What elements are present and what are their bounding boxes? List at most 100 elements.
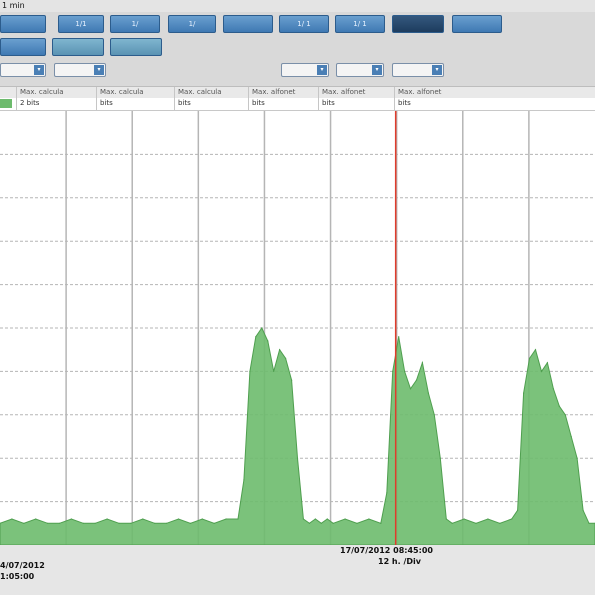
- data-point: [558, 405, 560, 407]
- data-point: [82, 522, 84, 524]
- data-point: [314, 518, 316, 520]
- data-point: [552, 388, 555, 390]
- data-point: [332, 522, 334, 524]
- toolbar-button-1[interactable]: [0, 15, 46, 33]
- data-point: [475, 522, 477, 524]
- data-point: [368, 518, 370, 520]
- toolbar-button-10[interactable]: [0, 38, 46, 56]
- data-point: [523, 392, 525, 394]
- data-point: [296, 457, 299, 459]
- legend-header-4: Max. alfonet: [248, 87, 318, 98]
- toolbar-button-12[interactable]: [110, 38, 162, 56]
- data-point: [415, 379, 418, 381]
- legend-header-1: Max. calcula: [16, 87, 96, 98]
- legend-value-1: 2 bits: [16, 98, 96, 110]
- data-point: [130, 522, 132, 524]
- toolbar-button-3[interactable]: 1/: [110, 15, 160, 33]
- data-point: [326, 518, 328, 520]
- legend-header-6: Max. alfonet: [394, 87, 474, 98]
- toolbar-button-4[interactable]: 1/: [168, 15, 216, 33]
- chevron-down-icon: ▾: [317, 65, 327, 75]
- data-point: [243, 479, 245, 481]
- data-point: [576, 457, 578, 459]
- dropdown-4[interactable]: ▾: [336, 63, 384, 77]
- chevron-down-icon: ▾: [34, 65, 44, 75]
- data-point: [94, 522, 96, 524]
- data-point: [23, 522, 25, 524]
- legend-header-5: Max. alfonet: [318, 87, 394, 98]
- dropdown-5[interactable]: ▾: [392, 63, 444, 77]
- legend-values: 2 bits bits bits bits bits bits: [0, 98, 595, 111]
- data-point: [225, 518, 227, 520]
- data-point: [142, 518, 144, 520]
- data-point: [106, 518, 108, 520]
- data-point: [237, 518, 239, 520]
- traffic-chart-svg: [0, 111, 595, 546]
- data-point: [487, 518, 489, 520]
- data-point: [255, 336, 257, 338]
- toolbar-button-6[interactable]: 1/ 1: [279, 15, 329, 33]
- legend-header-2: Max. calcula: [96, 87, 174, 98]
- legend-value-5: bits: [318, 98, 394, 110]
- data-point: [189, 522, 191, 524]
- data-point: [273, 370, 275, 372]
- dropdown-3[interactable]: ▾: [281, 63, 329, 77]
- chevron-down-icon: ▾: [94, 65, 104, 75]
- toolbar-button-5[interactable]: [223, 15, 273, 33]
- data-point: [439, 457, 441, 459]
- toolbar-button-7[interactable]: 1/ 1: [335, 15, 385, 33]
- data-point: [302, 518, 304, 520]
- data-point: [404, 370, 406, 372]
- chevron-down-icon: ▾: [372, 65, 382, 75]
- data-point: [463, 518, 465, 520]
- data-point: [47, 522, 49, 524]
- data-point: [570, 435, 572, 438]
- toolbar-button-11[interactable]: [52, 38, 104, 56]
- data-point: [58, 522, 61, 524]
- series-area-0: [0, 326, 595, 546]
- data-point: [517, 509, 519, 511]
- toolbar-button-8[interactable]: [392, 15, 444, 33]
- data-point: [35, 518, 37, 520]
- data-point: [398, 336, 400, 338]
- data-point: [154, 522, 156, 524]
- data-point: [380, 522, 382, 524]
- data-point: [528, 357, 531, 359]
- chart-footer: 4/07/2012 1:05:00 17/07/2012 08:45:00 12…: [0, 545, 595, 595]
- data-point: [386, 492, 388, 494]
- legend-value-4: bits: [248, 98, 318, 110]
- legend-value-2: bits: [96, 98, 174, 110]
- dropdown-1[interactable]: ▾: [0, 63, 46, 77]
- data-point: [344, 518, 346, 520]
- data-point: [564, 414, 566, 416]
- data-point: [118, 522, 120, 524]
- data-point: [499, 522, 501, 524]
- data-point: [588, 522, 590, 524]
- data-point: [582, 509, 584, 511]
- data-point: [546, 362, 549, 364]
- data-point: [511, 518, 513, 520]
- cursor-datetime-label: 17/07/2012 08:45:00: [340, 546, 433, 555]
- data-point: [308, 522, 310, 524]
- data-point: [534, 349, 537, 351]
- scale-label: 12 h. /Div: [378, 557, 421, 566]
- data-point: [445, 518, 447, 520]
- data-point: [392, 370, 394, 372]
- start-time-label: 1:05:00: [0, 572, 35, 581]
- toolbar: 1/1 1/ 1/ 1/ 1 1/ 1 ▾ ▾ ▾ ▾ ▾: [0, 12, 595, 86]
- dropdown-2[interactable]: ▾: [54, 63, 106, 77]
- chevron-down-icon: ▾: [432, 65, 442, 75]
- legend-value-6: bits: [394, 98, 474, 110]
- toolbar-button-2[interactable]: 1/1: [58, 15, 104, 33]
- data-point: [451, 522, 453, 524]
- traffic-chart[interactable]: [0, 111, 595, 546]
- data-point: [427, 392, 429, 394]
- data-point: [249, 370, 251, 372]
- data-point: [177, 518, 180, 520]
- data-point: [166, 522, 168, 524]
- legend-header-3: Max. calcula: [174, 87, 248, 98]
- legend-value-3: bits: [174, 98, 248, 110]
- data-point: [11, 518, 13, 520]
- toolbar-button-9[interactable]: [452, 15, 502, 33]
- data-point: [213, 522, 215, 524]
